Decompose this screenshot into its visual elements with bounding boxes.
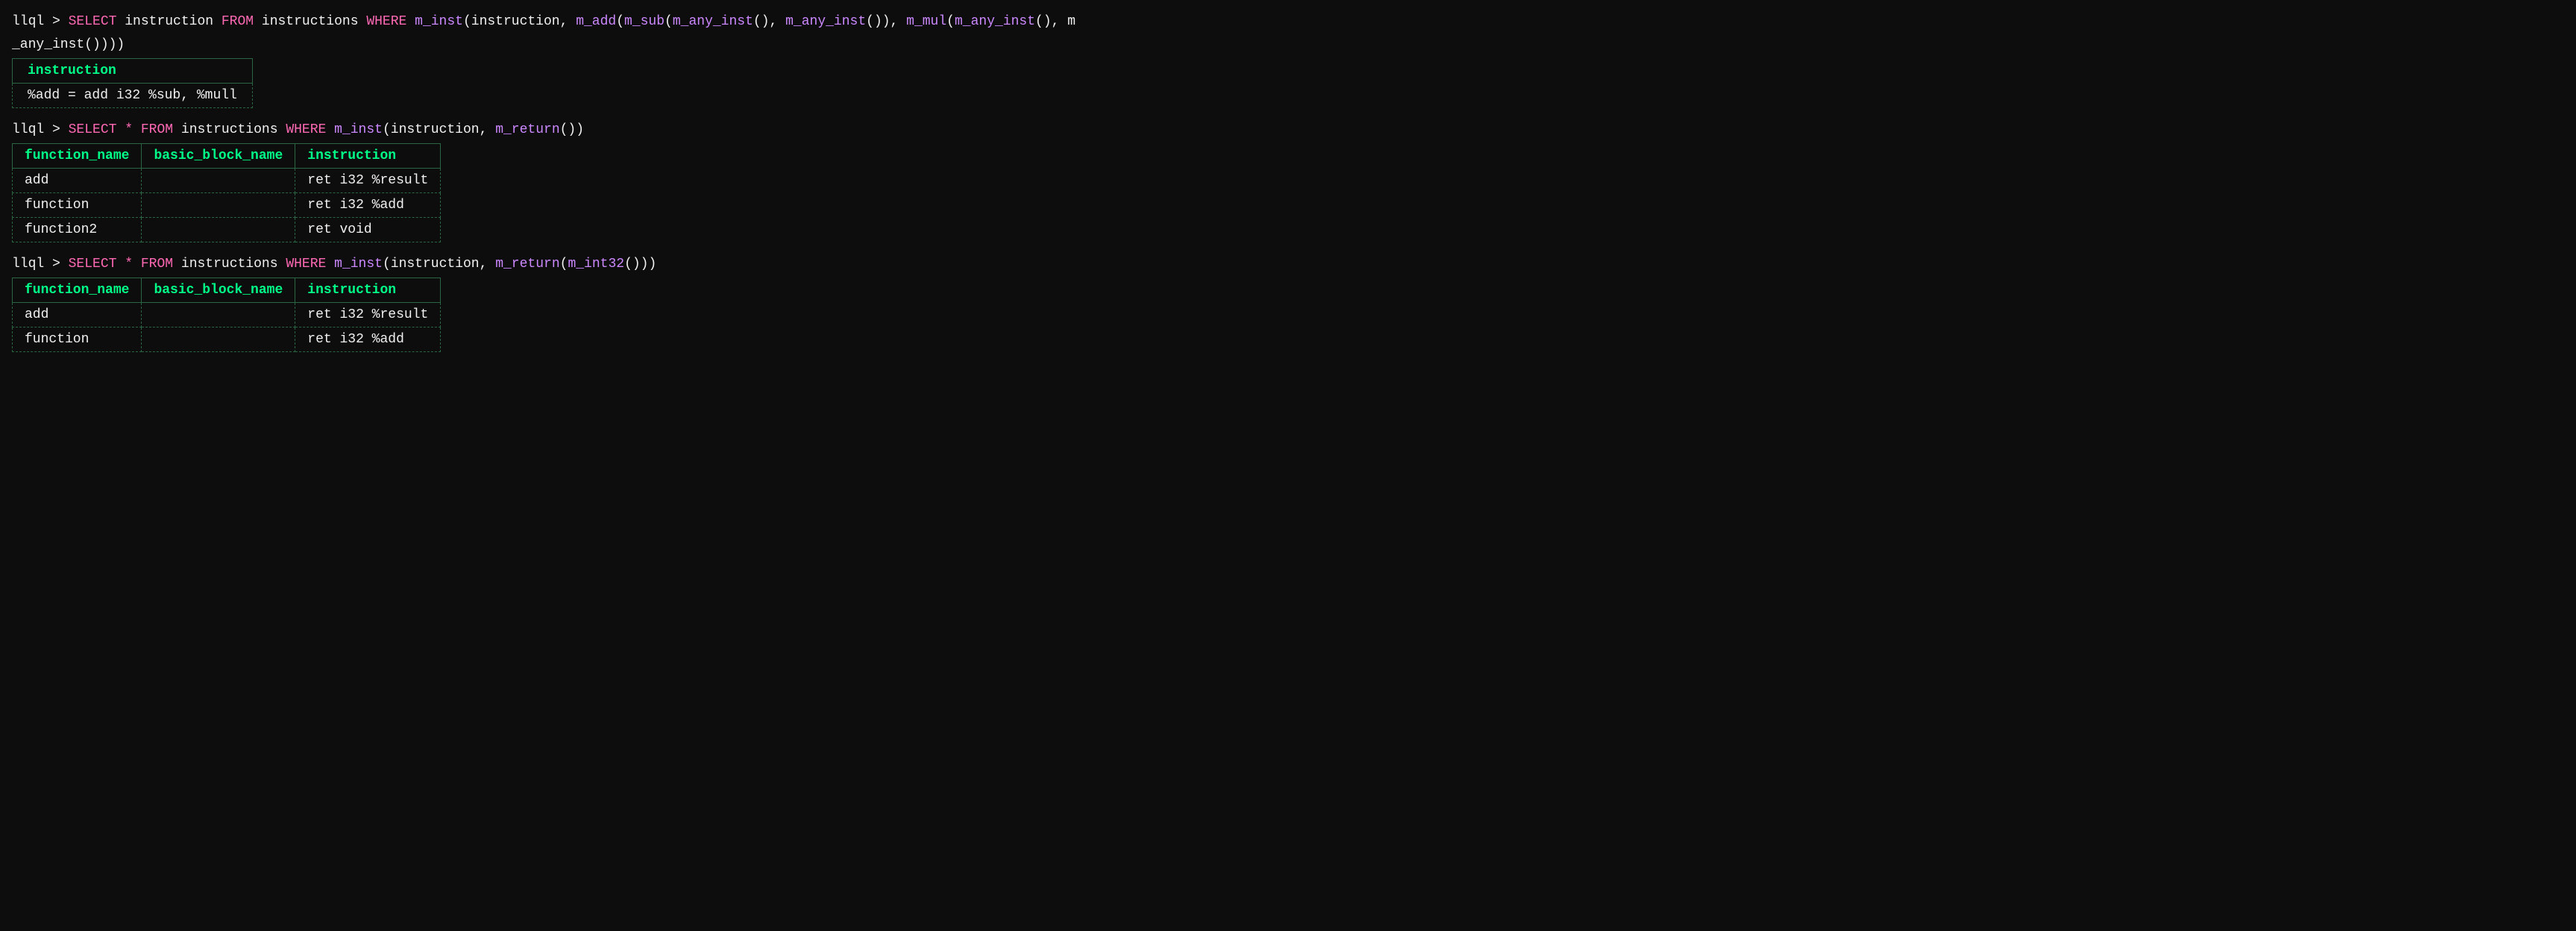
query-block-2: llql > SELECT * FROM instructions WHERE … xyxy=(12,120,2564,242)
plain-text: (), xyxy=(753,14,785,29)
prompt-prefix-3: llql > xyxy=(12,257,69,272)
plain-text xyxy=(133,122,141,137)
cell-basic_block_name xyxy=(142,327,295,352)
fn-m_sub: m_sub xyxy=(624,14,665,29)
keyword-from-2: FROM xyxy=(141,122,173,137)
plain-text xyxy=(326,257,334,272)
query-line-2: llql > SELECT * FROM instructions WHERE … xyxy=(12,120,2564,140)
plain-text xyxy=(133,257,141,272)
col-header-function_name-2: function_name xyxy=(13,144,142,169)
cell-basic_block_name xyxy=(142,218,295,242)
plain-text xyxy=(116,257,125,272)
plain-text: ( xyxy=(616,14,624,29)
table-row: %add = add i32 %sub, %mull xyxy=(13,84,253,108)
keyword-from-3: FROM xyxy=(141,257,173,272)
query-line-3: llql > SELECT * FROM instructions WHERE … xyxy=(12,254,2564,275)
col-header-instruction-3: instruction xyxy=(295,278,441,303)
keyword-from-1: FROM xyxy=(222,14,254,29)
cell-function_name: add xyxy=(13,303,142,327)
cell-instruction: ret i32 %add xyxy=(295,193,441,218)
plain-text: ( xyxy=(946,14,955,29)
col-header-basic_block_name-3: basic_block_name xyxy=(142,278,295,303)
fn-m_any_inst-2: m_any_inst xyxy=(785,14,866,29)
plain-text: ( xyxy=(665,14,673,29)
plain-text: ( xyxy=(560,257,568,272)
cell-instruction: %add = add i32 %sub, %mull xyxy=(13,84,253,108)
table-row: function2 ret void xyxy=(13,218,441,242)
fn-m_mul: m_mul xyxy=(906,14,946,29)
prompt-prefix: llql > xyxy=(12,14,69,29)
table-row: add ret i32 %result xyxy=(13,169,441,193)
result-table-3: function_name basic_block_name instructi… xyxy=(12,278,441,352)
keyword-select-3: SELECT xyxy=(69,257,117,272)
query-line-1: llql > SELECT instruction FROM instructi… xyxy=(12,12,2564,32)
table-row: add ret i32 %result xyxy=(13,303,441,327)
plain-text xyxy=(116,122,125,137)
fn-m_inst-1: m_inst xyxy=(415,14,463,29)
cell-function_name: function xyxy=(13,327,142,352)
cell-instruction: ret void xyxy=(295,218,441,242)
keyword-star-3: * xyxy=(125,257,133,272)
plain-text: ())) xyxy=(624,257,656,272)
fn-m_add: m_add xyxy=(576,14,616,29)
plain-text: ()), xyxy=(866,14,906,29)
col-header-instruction-2: instruction xyxy=(295,144,441,169)
plain-text xyxy=(326,122,334,137)
plain-text: _any_inst xyxy=(12,37,84,52)
plain-text: ()) xyxy=(560,122,584,137)
cell-basic_block_name xyxy=(142,193,295,218)
cell-instruction: ret i32 %add xyxy=(295,327,441,352)
cell-instruction: ret i32 %result xyxy=(295,303,441,327)
cell-instruction: ret i32 %result xyxy=(295,169,441,193)
keyword-where-2: WHERE xyxy=(286,122,326,137)
fn-m_inst-3: m_inst xyxy=(334,257,383,272)
keyword-select-2: SELECT xyxy=(69,122,117,137)
plain-text: ()))) xyxy=(84,37,125,52)
plain-text: (instruction, xyxy=(383,122,495,137)
col-header-instruction-1: instruction xyxy=(13,59,253,84)
fn-m_return-2: m_return xyxy=(495,257,559,272)
query-block-1: llql > SELECT instruction FROM instructi… xyxy=(12,12,2564,108)
fn-m_any_inst-3: m_any_inst xyxy=(955,14,1035,29)
keyword-where-3: WHERE xyxy=(286,257,326,272)
cell-basic_block_name xyxy=(142,169,295,193)
plain-text: (), m xyxy=(1035,14,1075,29)
col-header-function_name-3: function_name xyxy=(13,278,142,303)
keyword-where-1: WHERE xyxy=(366,14,406,29)
cell-basic_block_name xyxy=(142,303,295,327)
fn-m_return-1: m_return xyxy=(495,122,559,137)
result-table-2: function_name basic_block_name instructi… xyxy=(12,143,441,242)
plain-text xyxy=(406,14,415,29)
table-row: function ret i32 %add xyxy=(13,327,441,352)
query-block-3: llql > SELECT * FROM instructions WHERE … xyxy=(12,254,2564,352)
result-table-1: instruction %add = add i32 %sub, %mull xyxy=(12,58,253,108)
fn-m_int32: m_int32 xyxy=(568,257,624,272)
table-row: function ret i32 %add xyxy=(13,193,441,218)
cell-function_name: function xyxy=(13,193,142,218)
cell-function_name: add xyxy=(13,169,142,193)
plain-text: instructions xyxy=(173,122,286,137)
plain-text: (instruction, xyxy=(463,14,576,29)
fn-m_any_inst-1: m_any_inst xyxy=(673,14,753,29)
plain-text: (instruction, xyxy=(383,257,495,272)
plain-text: instructions xyxy=(173,257,286,272)
prompt-prefix-2: llql > xyxy=(12,122,69,137)
plain-text: instructions xyxy=(254,14,366,29)
fn-m_inst-2: m_inst xyxy=(334,122,383,137)
plain-text: instruction xyxy=(116,14,221,29)
col-header-basic_block_name-2: basic_block_name xyxy=(142,144,295,169)
keyword-star-2: * xyxy=(125,122,133,137)
query-line-1b: _any_inst()))) xyxy=(12,35,2564,55)
cell-function_name: function2 xyxy=(13,218,142,242)
keyword-select-1: SELECT xyxy=(69,14,117,29)
